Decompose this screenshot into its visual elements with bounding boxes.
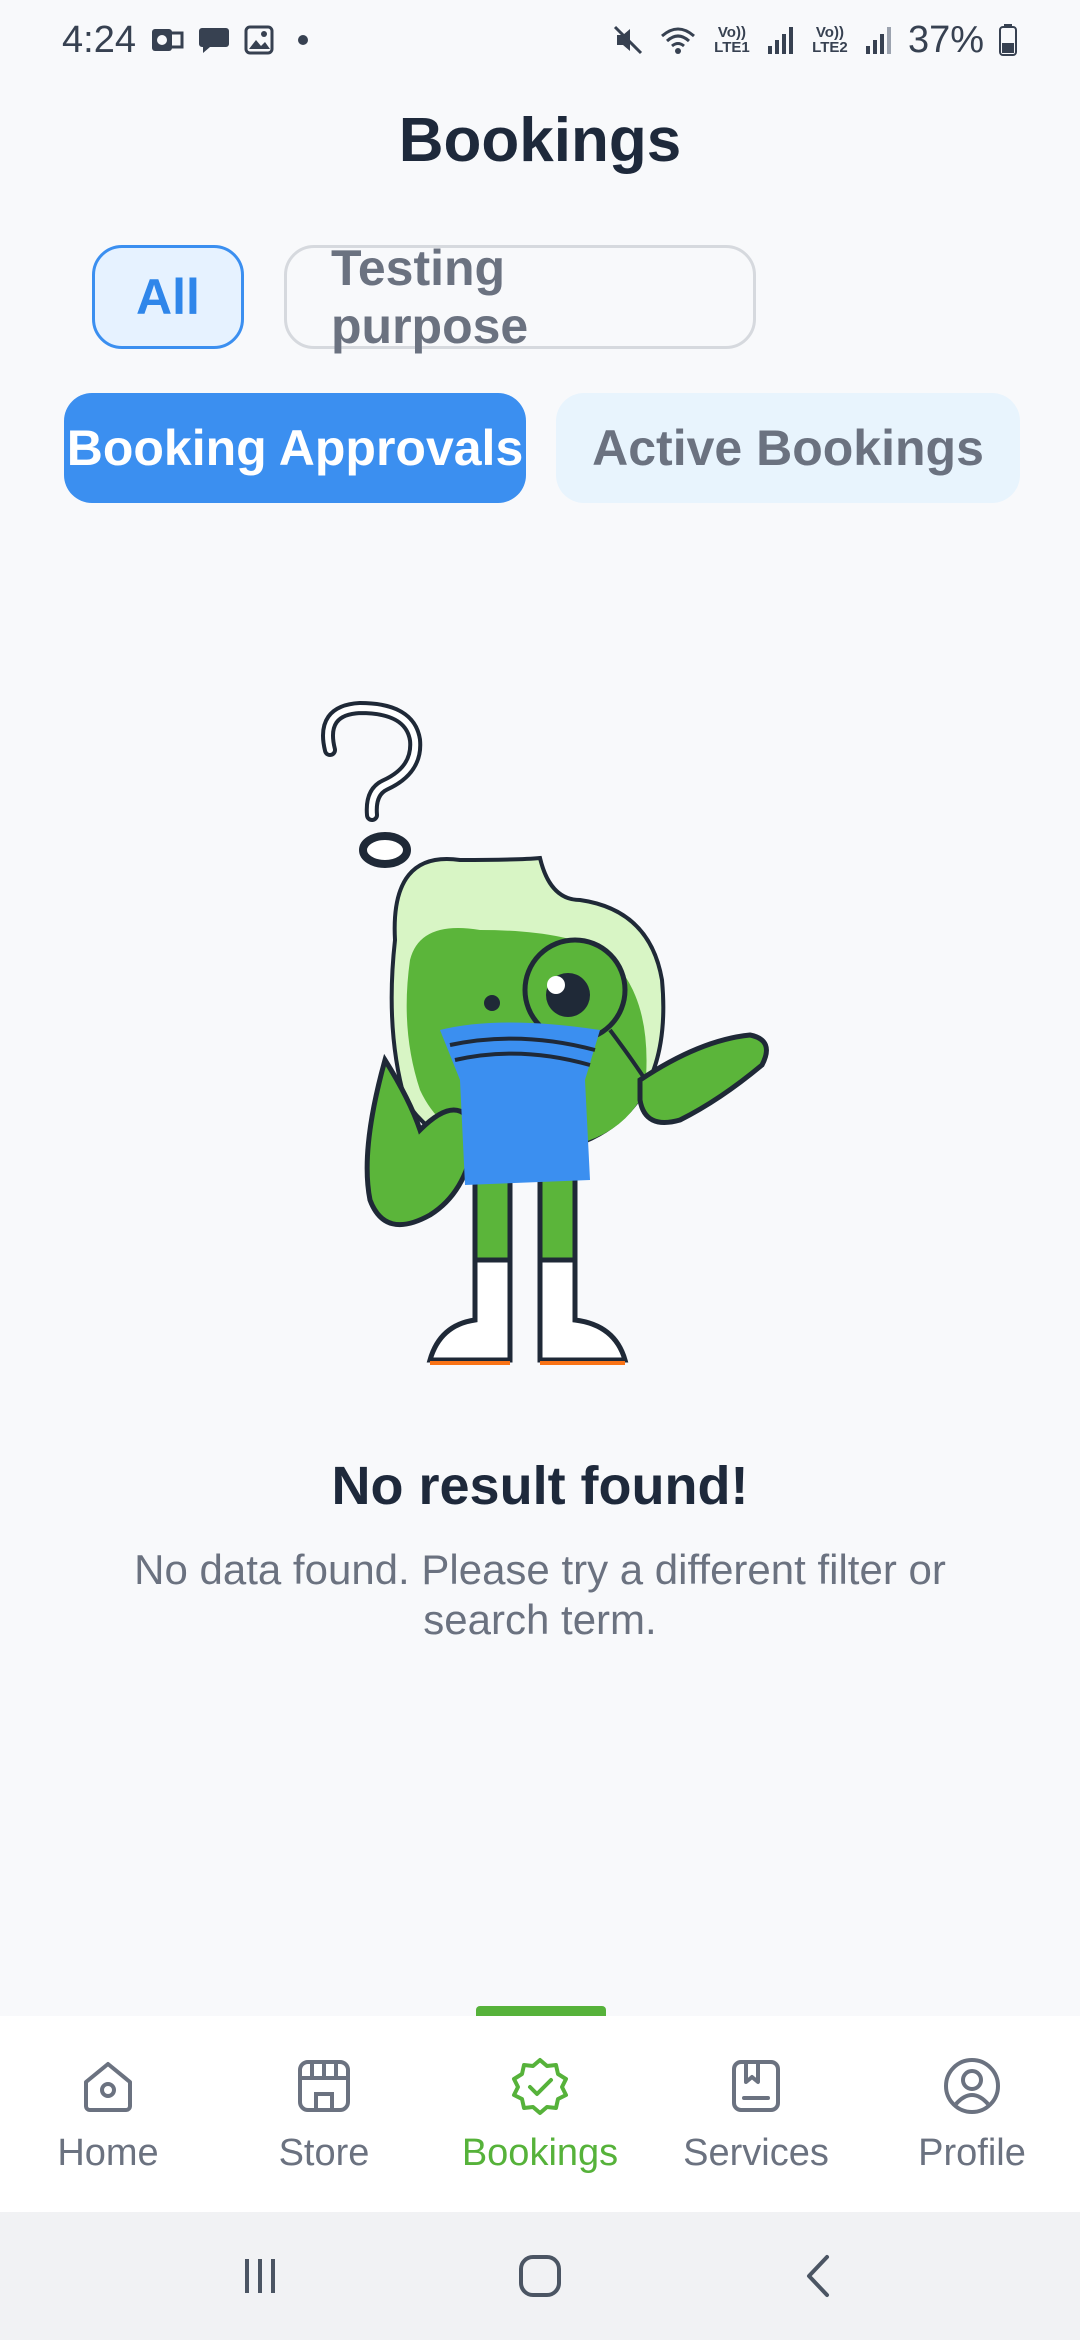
status-right: Vo)) LTE1 Vo)) LTE2 37% [612,19,1018,62]
home-icon [76,2054,140,2118]
home-button-icon[interactable] [505,2241,575,2311]
battery-icon [998,23,1018,57]
nav-label-profile: Profile [918,2131,1026,2174]
nav-label-store: Store [278,2131,370,2174]
chip-testing-purpose[interactable]: Testing purpose [284,240,756,354]
tab-active-bookings[interactable]: Active Bookings [556,393,1020,503]
empty-state-title: No result found! [331,1456,749,1516]
empty-state-illustration [300,700,800,1380]
sim2-label: Vo)) LTE2 [812,24,848,56]
sim1-label: Vo)) LTE1 [714,24,750,56]
mute-icon [612,24,644,56]
nav-item-profile[interactable]: Profile [864,2016,1080,2212]
services-icon [724,2054,788,2118]
bottom-nav: Home Store Bookings Services Profile [0,2016,1080,2212]
tab-booking-approvals[interactable]: Booking Approvals [64,393,526,503]
outlook-notification-icon [150,25,184,55]
gallery-notification-icon [244,25,274,55]
bookings-screen: 4:24 Vo)) LTE1 Vo)) LTE2 37% Bookings Al… [0,0,1080,2340]
status-left: 4:24 [62,19,308,62]
message-notification-icon [198,25,230,55]
booking-segments: Booking Approvals Active Bookings [64,393,1020,503]
signal-sim2-icon [864,24,894,56]
system-nav-bar [0,2212,1080,2340]
store-icon [292,2054,356,2118]
nav-label-bookings: Bookings [461,2131,619,2174]
nav-label-services: Services [683,2131,829,2174]
bookings-badge-icon [508,2054,572,2118]
back-icon[interactable] [785,2241,855,2311]
empty-state-description: No data found. Please try a different fi… [134,1546,946,1643]
filter-chips: All Testing purpose [92,240,756,354]
nav-item-store[interactable]: Store [216,2016,432,2212]
recent-apps-icon[interactable] [225,2241,295,2311]
chip-all[interactable]: All [92,245,244,349]
nav-label-home: Home [57,2131,159,2174]
status-time: 4:24 [62,18,136,61]
wifi-icon [658,24,698,56]
status-bar: 4:24 Vo)) LTE1 Vo)) LTE2 37% [0,0,1080,80]
more-notifications-dot [297,35,308,45]
battery-percentage: 37% [907,18,984,61]
page-title: Bookings [398,106,682,175]
profile-icon [940,2054,1004,2118]
nav-item-bookings[interactable]: Bookings [432,2016,648,2212]
active-tab-indicator [476,2006,606,2016]
nav-item-home[interactable]: Home [0,2016,216,2212]
signal-sim1-icon [766,24,796,56]
nav-item-services[interactable]: Services [648,2016,864,2212]
